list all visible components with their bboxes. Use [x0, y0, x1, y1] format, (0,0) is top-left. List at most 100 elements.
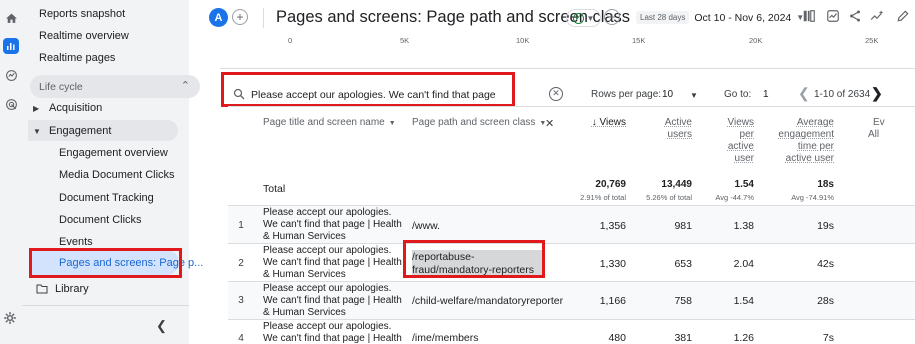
- total-views-per-user: 1.54: [734, 179, 754, 190]
- row-page-title: Please accept our apologies. We can't fi…: [263, 321, 402, 344]
- date-range-text: Oct 10 - Nov 6, 2024: [694, 11, 792, 24]
- row-page-title: Please accept our apologies. We can't fi…: [263, 245, 402, 280]
- row-avg-time: 7s: [822, 332, 834, 344]
- sidebar-item-events[interactable]: Events: [59, 236, 93, 248]
- row-page-path: /child-welfare/mandatoryreporter: [412, 295, 564, 307]
- go-to-page-input[interactable]: 1: [763, 89, 769, 100]
- total-avg-time: 18s: [817, 179, 834, 190]
- row-active-users: 981: [674, 220, 692, 232]
- date-preset-chip: Last 28 days: [636, 11, 690, 24]
- sidebar-item-engagement-overview[interactable]: Engagement overview: [59, 147, 168, 159]
- dim1-header[interactable]: Page title and screen name ▼: [263, 117, 396, 130]
- sidebar-item-library[interactable]: Library: [55, 283, 89, 295]
- row-views-per-user: 1.54: [733, 295, 754, 307]
- folder-icon: [36, 283, 48, 297]
- report-status-dropdown[interactable]: ✓ ▼: [566, 9, 601, 27]
- sidebar-item-realtime-overview[interactable]: Realtime overview: [39, 30, 129, 42]
- row-views-per-user: 1.38: [733, 220, 754, 232]
- row-views: 1,166: [599, 295, 626, 307]
- rows-per-page-select[interactable]: 10: [662, 89, 673, 100]
- check-circle-icon: ✓: [572, 12, 584, 24]
- row-index: 1: [238, 220, 244, 231]
- sort-desc-arrow-icon: ↓: [591, 117, 600, 128]
- clear-search-icon[interactable]: ✕: [549, 87, 563, 101]
- collapse-sidebar-button[interactable]: ❮: [156, 318, 167, 334]
- total-views: 20,769: [595, 179, 626, 190]
- table-header-top-border: [228, 106, 915, 107]
- row-active-users: 653: [674, 258, 692, 270]
- row-page-title: Please accept our apologies. We can't fi…: [263, 283, 402, 318]
- annotation-highlight-search: [221, 72, 515, 107]
- insights-icon[interactable]: [826, 9, 842, 25]
- sidebar-item-acquisition[interactable]: Acquisition: [49, 102, 102, 114]
- previous-page-button[interactable]: ❮: [798, 85, 810, 102]
- total-views-per-user-delta: Avg -44.7%: [715, 193, 754, 202]
- sidebar-divider: [22, 305, 189, 306]
- sidebar-item-document-tracking[interactable]: Document Tracking: [59, 192, 154, 204]
- row-views: 480: [608, 332, 626, 344]
- total-label: Total: [263, 183, 286, 195]
- sidebar-item-realtime-pages[interactable]: Realtime pages: [39, 52, 115, 64]
- events-subheader: All: [868, 129, 880, 140]
- active-users-header[interactable]: Active users: [642, 117, 692, 141]
- next-page-button[interactable]: ❯: [871, 85, 883, 102]
- icon-rail: [0, 0, 22, 344]
- advertising-icon[interactable]: [3, 96, 19, 112]
- sidebar-item-document-clicks[interactable]: Document Clicks: [59, 214, 142, 226]
- row-avg-time: 42s: [817, 258, 834, 270]
- row-views: 1,330: [599, 258, 626, 270]
- avg-engagement-header[interactable]: Average engagement time per active user: [778, 117, 834, 165]
- avatar[interactable]: A: [209, 8, 228, 27]
- dim1-header-label: Page title and screen name: [263, 117, 385, 128]
- go-to-label: Go to:: [724, 89, 752, 100]
- explore-icon[interactable]: [3, 67, 19, 83]
- remove-dimension-icon[interactable]: ✕: [545, 117, 554, 130]
- axis-tick: 5K: [400, 36, 410, 45]
- views-header-label: Views: [599, 117, 627, 128]
- row-divider: [228, 319, 915, 320]
- total-views-share: 2.91% of total: [580, 193, 626, 202]
- add-filter-button[interactable]: +: [604, 9, 620, 25]
- trend-sparkle-icon[interactable]: [870, 9, 886, 25]
- row-avg-time: 28s: [817, 295, 834, 307]
- axis-tick: 25K: [865, 36, 879, 45]
- total-active-users: 13,449: [661, 179, 692, 190]
- reports-sidebar: Reports snapshot Realtime overview Realt…: [22, 0, 203, 344]
- sidebar-item-engagement[interactable]: Engagement: [49, 125, 111, 137]
- row-views: 1,356: [599, 220, 626, 232]
- add-comparison-button[interactable]: +: [232, 9, 248, 25]
- date-range-picker[interactable]: Last 28 days Oct 10 - Nov 6, 2024 ▼: [636, 8, 804, 27]
- lifecycle-section-header[interactable]: Life cycle ⌃: [30, 75, 200, 98]
- row-page-path: /ime/members: [412, 332, 479, 344]
- dim2-header[interactable]: Page path and screen class ▼: [412, 117, 546, 130]
- share-icon[interactable]: [848, 9, 864, 25]
- header-divider: [263, 8, 264, 28]
- sidebar-item-reports-snapshot[interactable]: Reports snapshot: [39, 8, 125, 20]
- events-header[interactable]: Ev: [873, 117, 885, 129]
- axis-tick: 0: [288, 36, 293, 45]
- edit-pencil-icon[interactable]: [896, 9, 912, 25]
- home-icon[interactable]: [3, 10, 19, 26]
- row-views-per-user: 1.26: [733, 332, 754, 344]
- axis-tick: 10K: [516, 36, 530, 45]
- caret-right-icon: ▶: [33, 104, 40, 113]
- axis-tick: 20K: [749, 36, 763, 45]
- row-page-title: Please accept our apologies. We can't fi…: [263, 207, 402, 242]
- total-avg-time-delta: Avg -74.91%: [791, 193, 834, 202]
- pagination-range: 1-10 of 2634: [814, 89, 871, 100]
- row-page-path: /www.: [412, 220, 441, 232]
- caret-down-icon: ▼: [690, 91, 698, 100]
- row-avg-time: 19s: [817, 220, 834, 232]
- total-active-users-share: 5.26% of total: [646, 193, 692, 202]
- axis-tick: 15K: [632, 36, 646, 45]
- annotation-highlight-nav: [29, 248, 182, 278]
- row-index: 2: [238, 258, 244, 269]
- reports-icon[interactable]: [3, 38, 19, 54]
- views-header[interactable]: ↓ Views: [578, 117, 626, 129]
- settings-gear-icon[interactable]: [3, 311, 17, 328]
- annotation-highlight-path: [403, 240, 545, 278]
- compare-columns-icon[interactable]: [802, 9, 818, 25]
- sidebar-item-media-document-clicks[interactable]: Media Document Clicks: [59, 169, 175, 181]
- caret-down-icon: ▼: [388, 120, 396, 127]
- views-per-user-header[interactable]: Views per active user: [712, 117, 755, 165]
